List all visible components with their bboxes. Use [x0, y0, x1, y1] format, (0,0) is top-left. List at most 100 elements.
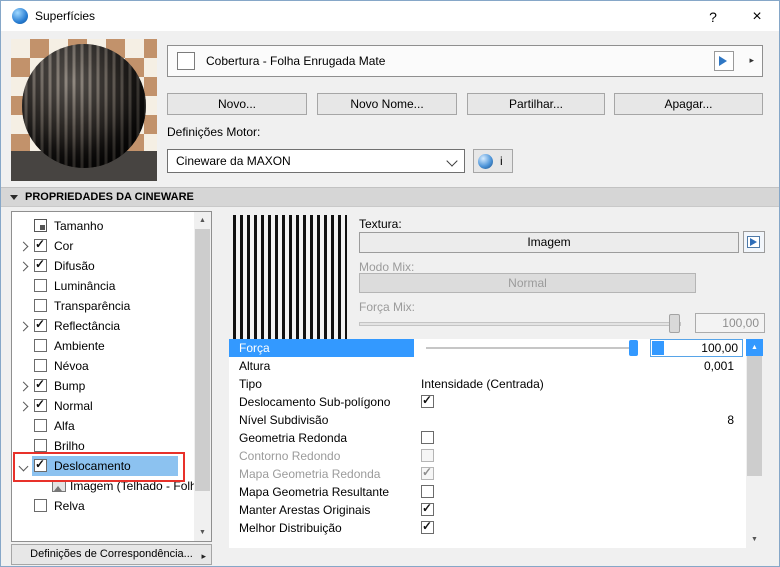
checkbox-luminancia[interactable] — [34, 279, 47, 292]
tree-item-deslocamento[interactable]: Deslocamento — [12, 456, 194, 476]
checkbox-geometria-redonda[interactable] — [421, 431, 434, 444]
property-row-tipo[interactable]: Tipo Intensidade (Centrada) — [229, 375, 746, 393]
property-row-geometria-redonda[interactable]: Geometria Redonda — [229, 429, 746, 447]
scrollbar-thumb[interactable] — [195, 229, 210, 491]
help-button[interactable]: ? — [697, 4, 729, 28]
tree-item-brilho[interactable]: Brilho — [12, 436, 194, 456]
property-value[interactable]: 0,001 — [704, 359, 734, 373]
property-row-melhor-distribuicao[interactable]: Melhor Distribuição — [229, 519, 746, 537]
property-value[interactable]: Intensidade (Centrada) — [421, 377, 544, 391]
chevron-right-icon[interactable] — [18, 321, 29, 332]
material-preview[interactable] — [11, 39, 157, 181]
checkbox-cor[interactable] — [34, 237, 47, 252]
app-icon — [12, 8, 28, 24]
engine-dropdown[interactable]: Cineware da MAXON — [167, 149, 465, 173]
checkbox-mapa-geometria-resultante[interactable] — [421, 485, 434, 498]
scroll-down-icon: ▼ — [751, 536, 758, 543]
property-label: Mapa Geometria Redonda — [239, 467, 381, 481]
property-scrollbar[interactable]: ▲ ▼ — [746, 339, 763, 548]
scroll-down-icon: ▼ — [199, 529, 206, 536]
property-label: Contorno Redondo — [239, 449, 341, 463]
new-button[interactable]: Novo... — [167, 93, 307, 115]
forca-value-field[interactable]: 100,00 — [650, 339, 743, 357]
material-name: Cobertura - Folha Enrugada Mate — [206, 54, 386, 68]
property-label: Altura — [239, 359, 271, 373]
checkbox-deslocamento-sub-poligono[interactable] — [421, 393, 434, 408]
checkbox-brilho[interactable] — [34, 439, 47, 452]
rename-button[interactable]: Novo Nome... — [317, 93, 457, 115]
chevron-right-icon[interactable] — [18, 401, 29, 412]
texture-image-button[interactable]: Imagem — [359, 232, 739, 253]
cineware-info-button[interactable]: i — [473, 149, 513, 173]
matching-settings-label: Definições de Correspondência... — [30, 548, 193, 560]
checkbox-normal[interactable] — [34, 397, 47, 412]
tree-item-transparencia[interactable]: Transparência — [12, 296, 194, 316]
mix-strength-slider-track — [359, 322, 681, 326]
property-label: Geometria Redonda — [239, 431, 348, 445]
titlebar: Superfícies ? × — [1, 1, 779, 31]
load-image-button[interactable] — [743, 231, 765, 253]
property-value[interactable]: 8 — [727, 413, 734, 427]
checkbox-difusao[interactable] — [34, 257, 47, 272]
tree-item-tamanho[interactable]: Tamanho — [12, 216, 194, 236]
tree-item-alfa[interactable]: Alfa — [12, 416, 194, 436]
tree-item-reflectancia[interactable]: Reflectância — [12, 316, 194, 336]
checkbox-transparencia[interactable] — [34, 299, 47, 312]
chevron-right-icon[interactable] — [18, 241, 29, 252]
property-row-forca[interactable]: Força 100,00 — [229, 339, 746, 357]
flyout-arrow-icon: ▸ — [749, 55, 754, 65]
cineware-icon — [478, 154, 493, 169]
chevron-right-icon[interactable] — [18, 381, 29, 392]
tree-item-nevoa[interactable]: Névoa — [12, 356, 194, 376]
checkbox-mapa-geometria-redonda — [421, 465, 434, 480]
property-row-mapa-geometria-resultante[interactable]: Mapa Geometria Resultante — [229, 483, 746, 501]
tree-item-imagem-telhado[interactable]: Imagem (Telhado - Folha C — [12, 476, 211, 496]
section-header-cineware-properties[interactable]: PROPRIEDADES DA CINEWARE — [1, 187, 779, 207]
property-row-altura[interactable]: Altura 0,001 — [229, 357, 746, 375]
scroll-up-button[interactable]: ▲ — [194, 212, 211, 229]
property-row-deslocamento-sub-poligono[interactable]: Deslocamento Sub-polígono — [229, 393, 746, 411]
matching-settings-button[interactable]: Definições de Correspondência... ▸ — [11, 544, 212, 565]
material-swatch-icon — [177, 52, 195, 70]
tree-item-bump[interactable]: Bump — [12, 376, 194, 396]
tree-item-luminancia[interactable]: Luminância — [12, 276, 194, 296]
tree-item-ambiente[interactable]: Ambiente — [12, 336, 194, 356]
checkbox-ambiente[interactable] — [34, 339, 47, 352]
tree-item-relva[interactable]: Relva — [12, 496, 194, 516]
property-row-manter-arestas-originais[interactable]: Manter Arestas Originais — [229, 501, 746, 519]
forca-slider-track[interactable] — [426, 347, 638, 349]
chevron-right-icon[interactable] — [18, 261, 29, 272]
texture-label: Textura: — [359, 217, 402, 231]
checkbox-nevoa[interactable] — [34, 359, 47, 372]
forca-slider-thumb[interactable] — [629, 340, 638, 356]
tree-item-cor[interactable]: Cor — [12, 236, 194, 256]
checkbox-deslocamento[interactable] — [34, 457, 47, 472]
scroll-down-button[interactable]: ▼ — [746, 531, 763, 548]
scrollbar-thumb[interactable] — [747, 356, 762, 476]
engine-settings-label: Definições Motor: — [167, 125, 261, 139]
chevron-down-icon[interactable] — [18, 461, 29, 472]
field-selection-block — [652, 341, 664, 355]
checkbox-melhor-distribuicao[interactable] — [421, 519, 434, 534]
tree-item-normal[interactable]: Normal — [12, 396, 194, 416]
checkbox-alfa[interactable] — [34, 419, 47, 432]
section-title: PROPRIEDADES DA CINEWARE — [25, 191, 194, 203]
section-collapse-icon[interactable] — [10, 195, 18, 200]
property-row-nivel-subdivisao[interactable]: Nível Subdivisão 8 — [229, 411, 746, 429]
checkbox-relva[interactable] — [34, 499, 47, 512]
tree-item-difusao[interactable]: Difusão — [12, 256, 194, 276]
share-button[interactable]: Partilhar... — [467, 93, 605, 115]
tree-scrollbar[interactable]: ▲ ▼ — [194, 212, 211, 541]
material-picker-icon[interactable] — [714, 51, 734, 71]
delete-button[interactable]: Apagar... — [614, 93, 763, 115]
close-button[interactable]: × — [741, 4, 773, 28]
texture-thumbnail[interactable] — [233, 215, 347, 342]
scroll-down-button[interactable]: ▼ — [194, 524, 211, 541]
checkbox-reflectancia[interactable] — [34, 317, 47, 332]
scroll-up-button[interactable]: ▲ — [746, 339, 763, 356]
tree-item-label: Luminância — [54, 279, 116, 293]
checkbox-bump[interactable] — [34, 377, 47, 392]
tree-item-label: Imagem (Telhado - Folha C — [70, 479, 212, 493]
material-selector[interactable]: Cobertura - Folha Enrugada Mate ▸ — [167, 45, 763, 77]
checkbox-manter-arestas-originais[interactable] — [421, 501, 434, 516]
